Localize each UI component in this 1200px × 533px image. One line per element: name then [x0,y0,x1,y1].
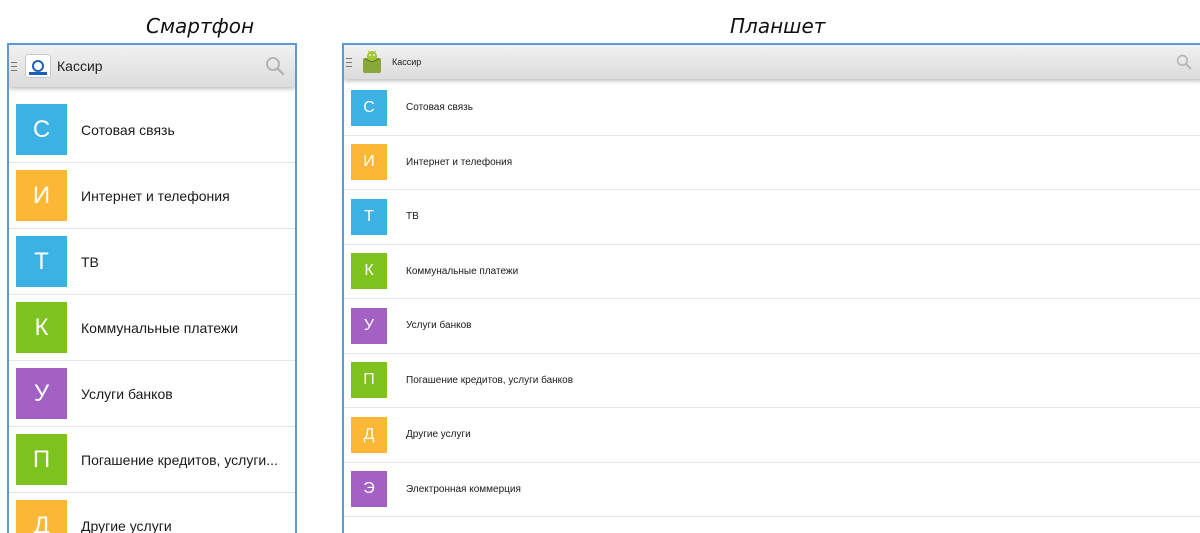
smartphone-screen: Кассир С Сотовая связь И Интернет и телефон… [7,43,297,533]
category-letter-tile: К [351,253,387,289]
search-icon[interactable] [265,56,285,76]
tablet-app-title: Кассир [392,57,421,67]
phone-app-title: Кассир [57,58,103,74]
category-label: Интернет и телефония [81,188,230,204]
category-label: Коммунальные платежи [81,320,238,336]
tablet-action-bar: Кассир [344,45,1200,79]
list-item[interactable]: К Коммунальные платежи [344,245,1200,300]
list-item[interactable]: И Интернет и телефония [344,136,1200,191]
list-item[interactable]: У Услуги банков [9,361,295,427]
category-letter-tile: У [16,368,67,419]
category-letter-tile: Э [351,471,387,507]
category-label: Интернет и телефония [406,157,512,168]
category-letter-tile: Д [16,500,67,533]
list-item[interactable]: Э Электронная коммерция [344,463,1200,518]
category-letter-tile: Т [16,236,67,287]
list-item[interactable]: С Сотовая связь [9,97,295,163]
phone-category-list: С Сотовая связь И Интернет и телефония Т ТВ КК… [9,87,295,533]
tablet-screen: Кассир С Сотовая связь И Интернет и телефон… [342,43,1200,533]
phone-action-bar: Кассир [9,45,295,87]
search-icon[interactable] [1176,54,1192,70]
category-label: Услуги банков [406,320,471,331]
category-letter-tile: П [16,434,67,485]
category-letter-tile: Д [351,417,387,453]
android-box-icon[interactable] [360,49,384,75]
list-item[interactable]: К Коммунальные платежи [9,295,295,361]
category-letter-tile: С [16,104,67,155]
menu-icon[interactable] [11,62,17,71]
category-letter-tile: С [351,90,387,126]
list-item[interactable]: П Погашение кредитов, услуги банков [344,354,1200,409]
list-item[interactable]: Т ТВ [344,190,1200,245]
tablet-category-list: ССотовая связьИИнтернет и телефонияТТВКК… [344,79,1200,517]
list-item[interactable]: И Интернет и телефония [9,163,295,229]
category-label: ТВ [81,254,99,270]
list-item[interactable]: С Сотовая связь [344,81,1200,136]
list-item[interactable]: Т ТВ [9,229,295,295]
category-label: Коммунальные платежи [406,266,518,277]
tablet-caption: Планшет [730,14,825,38]
category-letter-tile: И [16,170,67,221]
category-label: Сотовая связь [406,102,473,113]
category-label: Сотовая связь [81,122,175,138]
category-label: Услуги банков [81,386,173,402]
kassir-logo-icon[interactable] [25,54,51,78]
category-letter-tile: И [351,144,387,180]
category-label: Погашение кредитов, услуги банков [406,375,573,386]
category-letter-tile: Т [351,199,387,235]
list-item[interactable]: П Погашение кредитов, услуги... [9,427,295,493]
list-item[interactable]: Д Другие услуги [344,408,1200,463]
category-label: Погашение кредитов, услуги... [81,452,278,468]
menu-icon[interactable] [346,58,352,67]
category-label: Другие услуги [406,429,471,440]
category-letter-tile: У [351,308,387,344]
category-letter-tile: П [351,362,387,398]
category-label: ТВ [406,211,419,222]
phone-caption: Смартфон [146,14,254,38]
category-label: Электронная коммерция [406,484,521,495]
list-item[interactable]: ДДругие услуги [9,493,295,533]
list-item[interactable]: У Услуги банков [344,299,1200,354]
category-letter-tile: К [16,302,67,353]
